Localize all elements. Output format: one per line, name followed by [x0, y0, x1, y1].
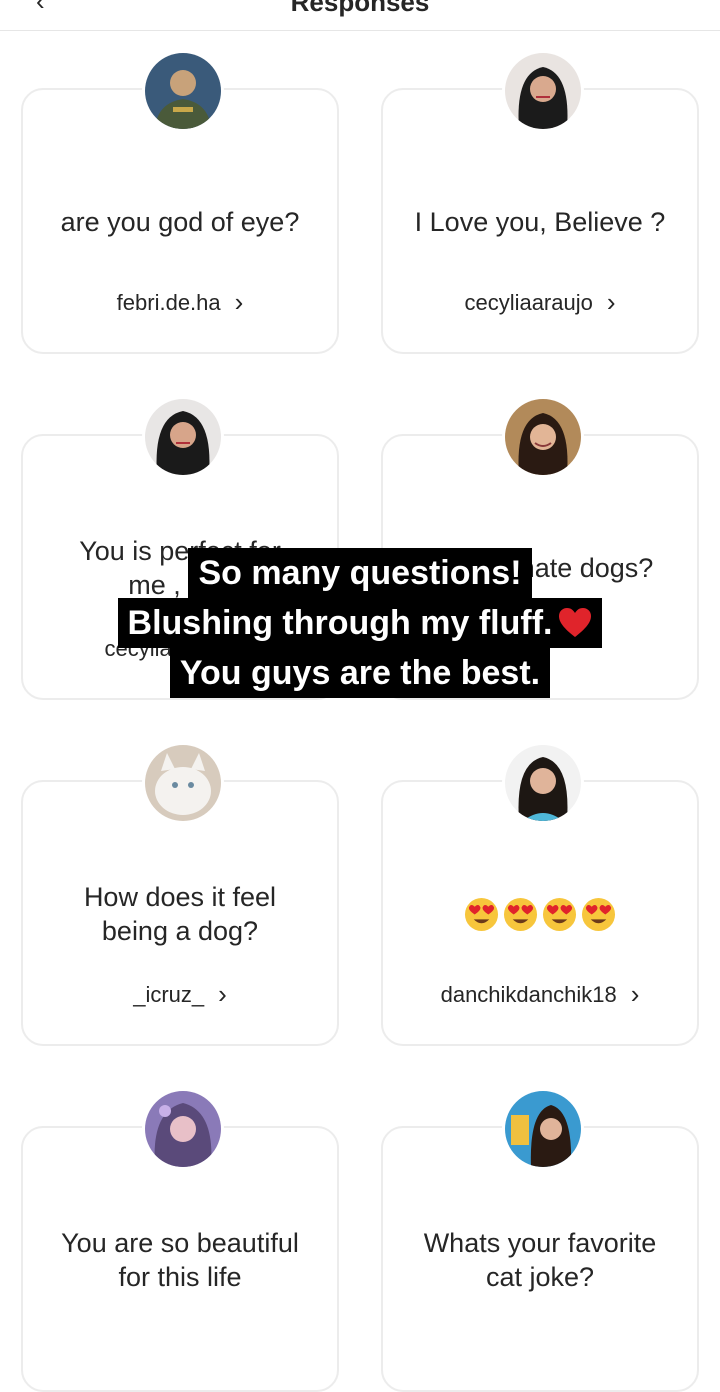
avatar[interactable] — [142, 742, 224, 824]
username-link[interactable]: cecyliaaraujo › — [383, 287, 697, 318]
heart-eyes-emoji-icon — [581, 897, 616, 931]
chevron-right-icon: › — [606, 287, 616, 317]
heart-eyes-emoji-icon — [464, 897, 499, 931]
heart-eyes-emoji-icon — [542, 897, 577, 931]
question-card[interactable]: You are so beautiful for this life — [21, 1088, 339, 1392]
red-heart-icon — [559, 608, 592, 637]
question-text: are you god of eye? — [60, 207, 300, 237]
page-title: Responses — [290, 0, 430, 17]
chevron-right-icon: › — [630, 979, 640, 1009]
overlay-line-2: Blushing through my fluff. — [117, 598, 603, 648]
username: danchikdanchik18 — [440, 982, 617, 1007]
chevron-right-icon: › — [218, 979, 227, 1009]
question-text: You are so beautiful for this life — [61, 1228, 299, 1292]
username-link[interactable]: febri.de.ha › — [23, 287, 337, 318]
question-text: Whats your favorite cat joke? — [423, 1228, 657, 1292]
chevron-right-icon: › — [234, 287, 244, 317]
avatar[interactable] — [502, 742, 584, 824]
avatar[interactable] — [502, 1088, 584, 1170]
username: _icruz_ — [133, 982, 205, 1007]
story-text-overlay: So many questions! Blushing through my f… — [0, 548, 720, 698]
question-card[interactable]: I Love you, Believe ? cecyliaaraujo › — [381, 50, 699, 354]
username-link[interactable]: _icruz_ › — [23, 979, 337, 1010]
username-link[interactable]: danchikdanchik18 › — [383, 979, 697, 1010]
avatar[interactable] — [142, 396, 224, 478]
avatar[interactable] — [502, 50, 584, 132]
question-text: I Love you, Believe ? — [414, 207, 666, 237]
overlay-line-3: You guys are the best. — [169, 648, 551, 698]
question-card[interactable]: How does it feel being a dog? _icruz_ › — [21, 742, 339, 1046]
avatar[interactable] — [142, 50, 224, 132]
overlay-line-1: So many questions! — [188, 548, 532, 598]
overlay-line-2-text: Blushing through my fluff. — [127, 604, 553, 642]
question-card[interactable]: danchikdanchik18 › — [381, 742, 699, 1046]
avatar[interactable] — [502, 396, 584, 478]
top-bar: ‹ Responses — [0, 0, 720, 31]
username: febri.de.ha — [116, 290, 221, 315]
avatar[interactable] — [142, 1088, 224, 1170]
username: cecyliaaraujo — [464, 290, 593, 315]
heart-eyes-emoji-icon — [503, 897, 538, 931]
question-text: How does it feel being a dog? — [83, 882, 277, 946]
emoji-row — [464, 897, 616, 932]
question-card[interactable]: are you god of eye? febri.de.ha › — [21, 50, 339, 354]
question-card[interactable]: Whats your favorite cat joke? — [381, 1088, 699, 1392]
emoji-answer — [397, 864, 683, 964]
